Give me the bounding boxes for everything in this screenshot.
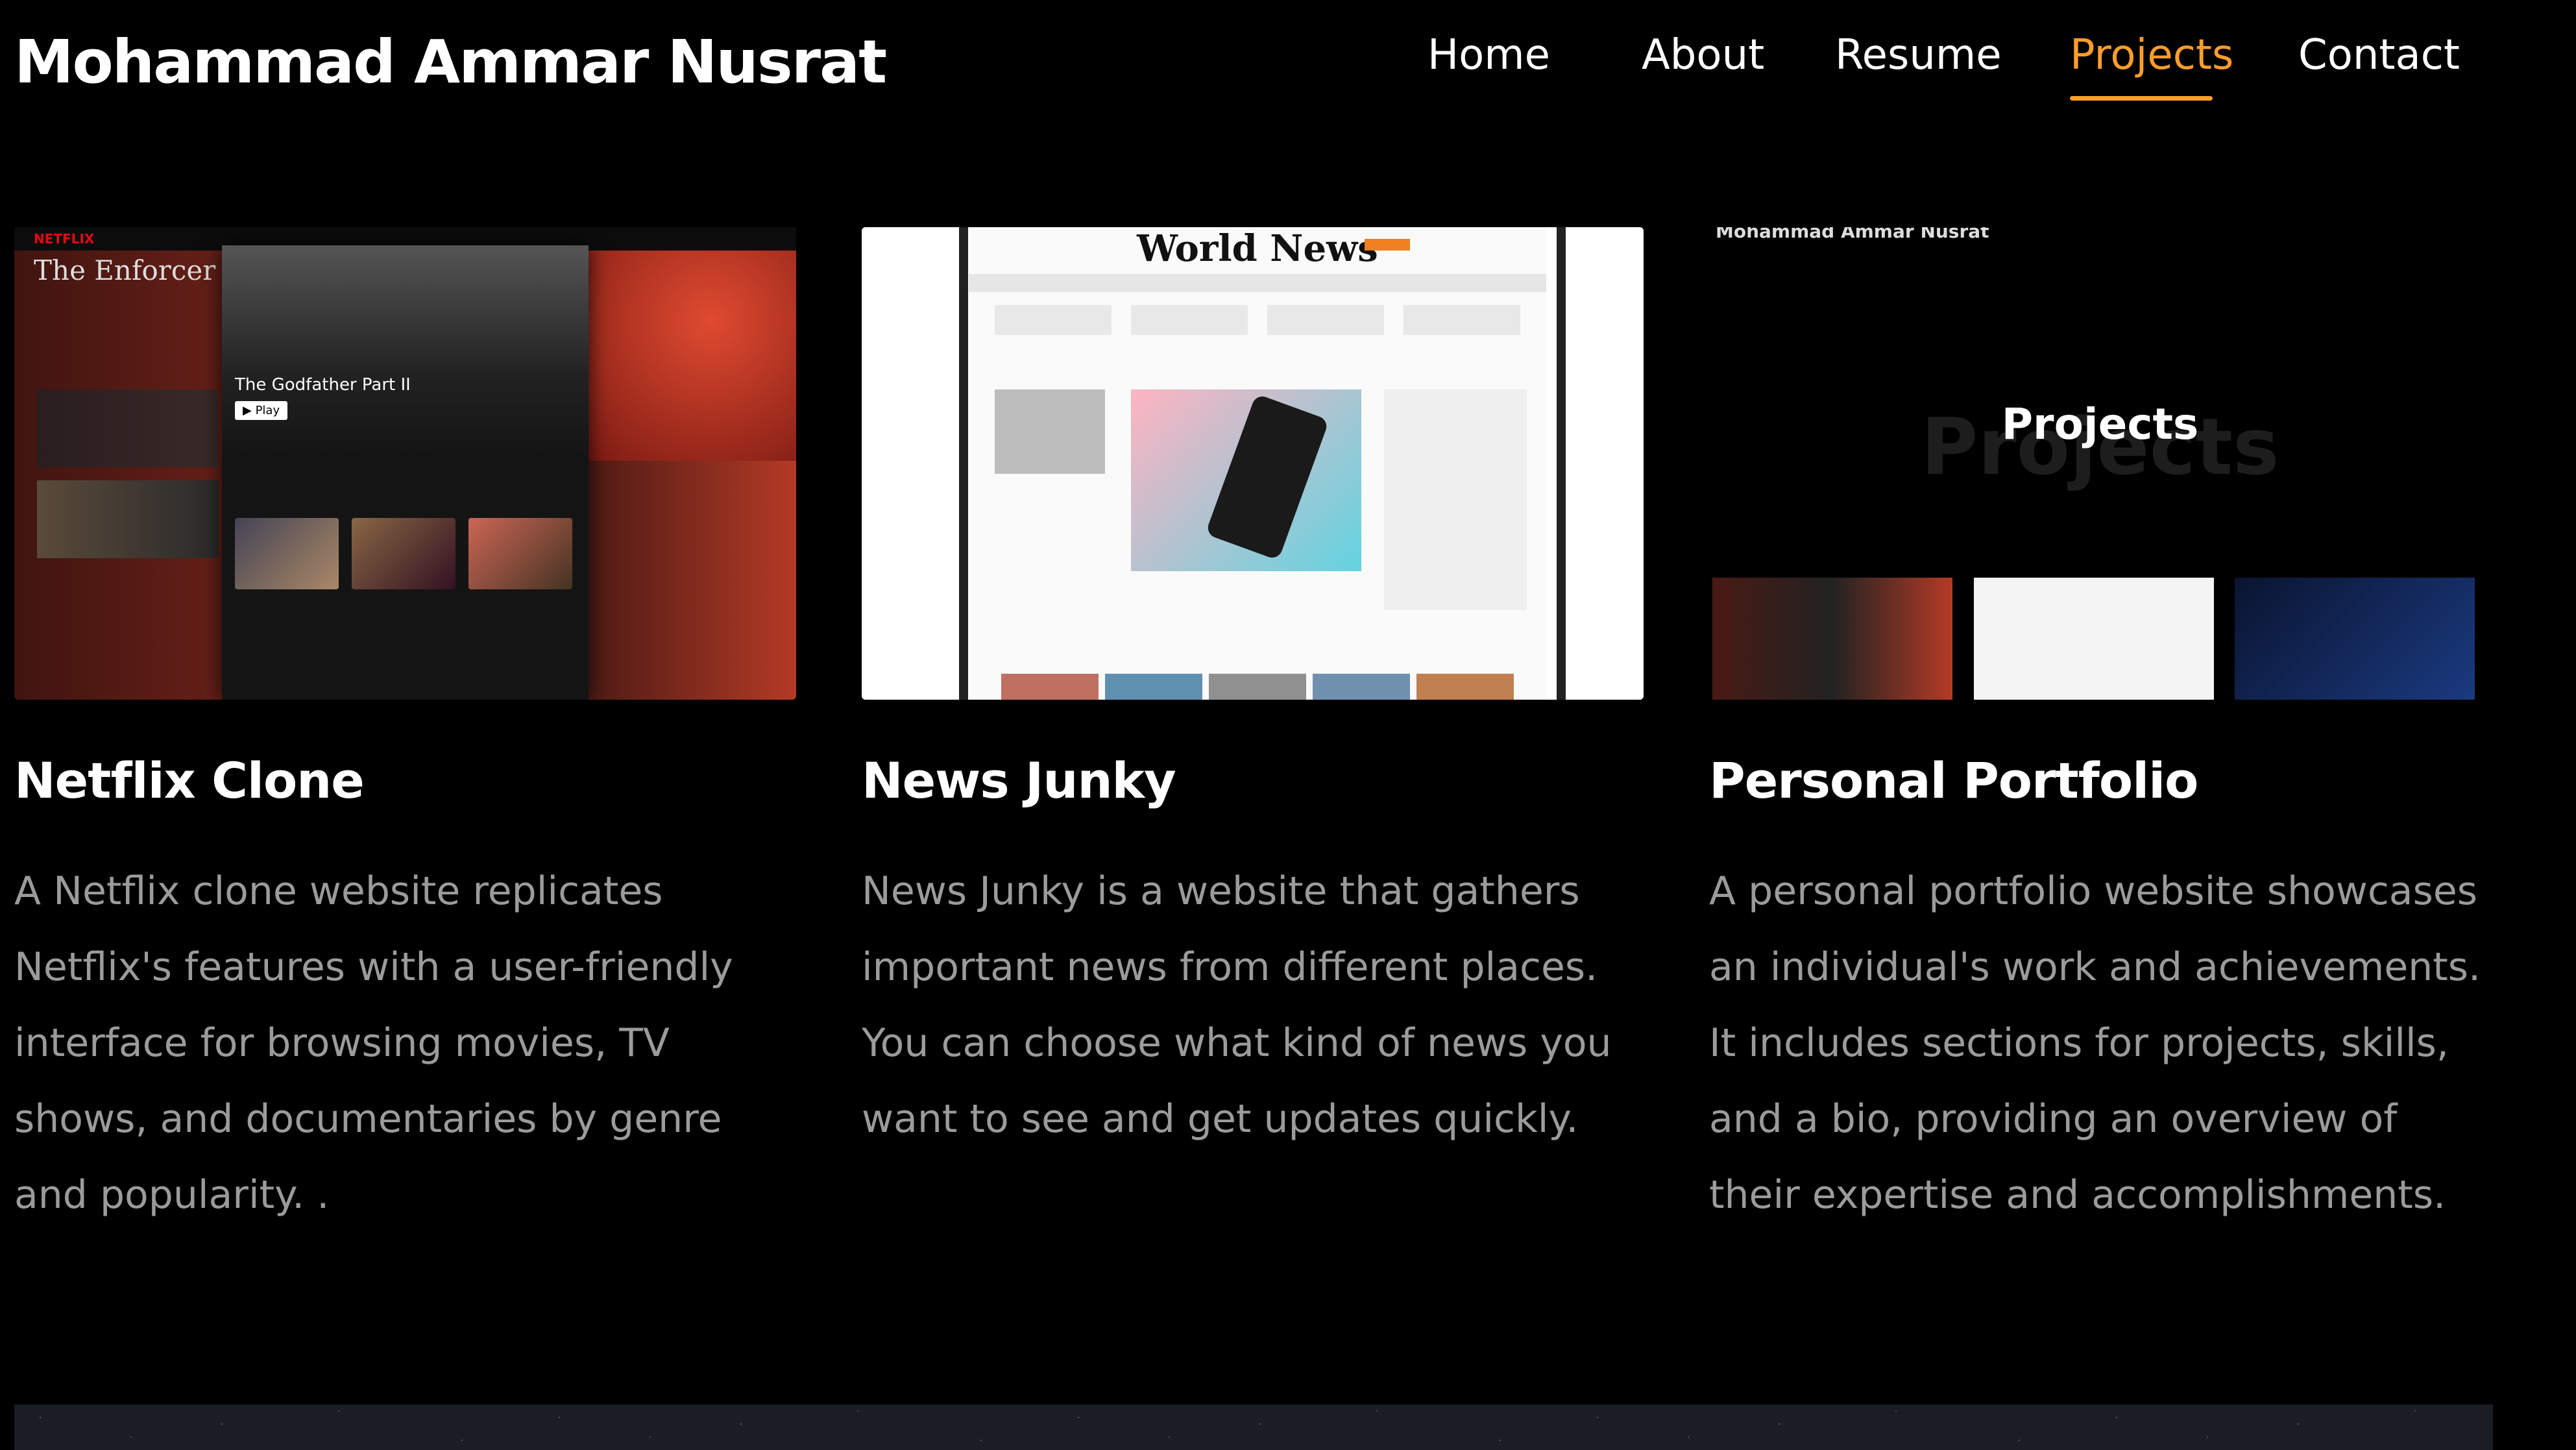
phone-icon [1205,393,1330,561]
project-card-portfolio: Mohammad Ammar Nusrat Projects Projects … [1709,227,2491,1233]
portfolio-mini-news [1974,578,2214,700]
netflix-logo: NETFLIX [34,231,95,247]
news-thumb-page: World News [969,227,1546,700]
portfolio-mini-netflix [1712,578,1952,700]
site-brand[interactable]: Mohammad Ammar Nusrat [14,27,887,97]
news-opinion-image [995,389,1105,474]
news-masthead: World News [1137,227,1378,270]
portfolio-thumb-heading: Projects [2001,399,2199,449]
project-card-news: World News News Junky News Junky is a we… [862,227,1644,1157]
news-thumb-right-margin [1557,227,1644,700]
news-headline-card [1131,305,1248,335]
project-title: Netflix Clone [14,752,365,809]
news-trending-list [1384,389,1527,610]
netflix-detail-modal: The Godfather Part II ▶ Play [222,245,589,700]
project-description: A Netflix clone website replicates Netfl… [14,868,733,1218]
nav-home[interactable]: Home [1428,31,1550,79]
project-card-netflix: NETFLIX The Enforcer The Godfather Part … [14,227,796,1233]
nav-active-underline [2070,96,2213,101]
netflix-tile [235,518,339,589]
nav-contact[interactable]: Contact [2298,31,2460,79]
news-menu-bar [969,274,1546,292]
news-feature-image [1131,389,1361,571]
personal-portfolio-thumbnail[interactable]: Mohammad Ammar Nusrat Projects Projects [1709,227,2491,700]
news-junky-thumbnail[interactable]: World News [862,227,1644,700]
news-strip-image [1001,674,1099,700]
netflix-hero-title: The Enforcer [34,254,216,286]
news-thumb-left-margin [862,227,968,700]
netflix-thumb-palm-art [582,227,796,461]
project-title: Personal Portfolio [1709,752,2198,809]
nav-projects[interactable]: Projects [2070,31,2233,79]
netflix-modal-title: The Godfather Part II [235,375,411,395]
netflix-tile [352,518,456,589]
news-headline-card [1267,305,1384,335]
project-title: News Junky [862,752,1176,809]
netflix-tile [468,518,572,589]
project-description: A personal portfolio website showcases a… [1709,868,2481,1218]
portfolio-thumb-site-name: Mohammad Ammar Nusrat [1716,227,1989,242]
project-description: News Junky is a website that gathers imp… [862,868,1612,1142]
news-badge [1365,239,1410,251]
news-strip-image [1416,674,1514,700]
news-headline-card [995,305,1112,335]
news-strip-image [1313,674,1410,700]
netflix-modal-backdrop [222,245,589,460]
nav-resume[interactable]: Resume [1835,31,2002,79]
netflix-row-popular [37,389,219,467]
netflix-row-trending [37,480,219,558]
news-strip-image [1209,674,1306,700]
starfield-footer [14,1405,2493,1450]
news-strip-image [1105,674,1202,700]
nav-about[interactable]: About [1642,31,1764,79]
netflix-play-button: ▶ Play [235,401,288,420]
news-headline-card [1403,305,1520,335]
netflix-clone-thumbnail[interactable]: NETFLIX The Enforcer The Godfather Part … [14,227,796,700]
portfolio-mini-dashboard [2235,578,2475,700]
